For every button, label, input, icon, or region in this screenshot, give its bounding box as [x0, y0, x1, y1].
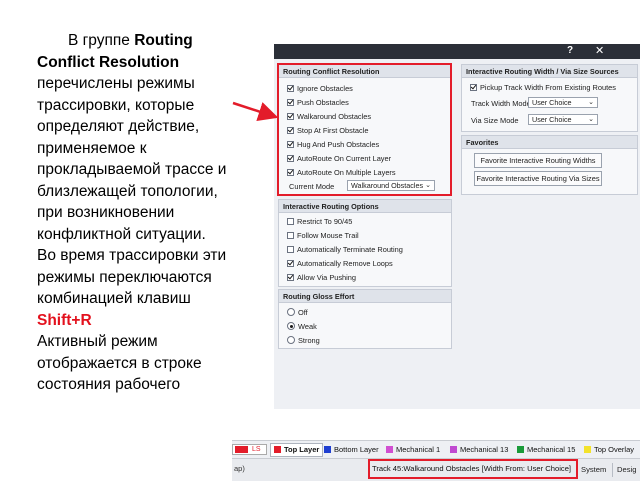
- layer-tab-bottom[interactable]: Bottom Layer: [324, 444, 379, 456]
- design-panel-tab[interactable]: Desig: [612, 463, 636, 477]
- current-layer-indicator[interactable]: LS: [232, 444, 267, 455]
- layer-label: Top Overlay: [594, 445, 635, 454]
- layer-label: Mechanical 15: [527, 445, 576, 454]
- layer-swatch: [324, 446, 331, 453]
- layer-tab-mechanical-1[interactable]: Mechanical 1: [386, 444, 440, 456]
- status-highlight: [368, 459, 578, 479]
- layer-label: Mechanical 1: [396, 445, 441, 454]
- layer-swatch: [274, 446, 281, 453]
- layer-swatch: [386, 446, 393, 453]
- layer-color-swatch: [235, 446, 248, 453]
- status-fragment: ap): [234, 464, 245, 473]
- layer-label: Mechanical 13: [460, 445, 509, 454]
- ls-label: LS: [252, 446, 261, 453]
- layer-label: Top Layer: [284, 445, 320, 454]
- layer-tabs-bar: LS Top Layer Bottom Layer Mechanical 1 M…: [232, 440, 640, 458]
- pointer-arrows: [232, 101, 369, 475]
- layer-swatch: [517, 446, 524, 453]
- arrow-to-conflict-group: [232, 101, 279, 122]
- layer-tab-top-overlay[interactable]: Top Overlay: [584, 444, 634, 456]
- layer-swatch: [450, 446, 457, 453]
- system-panel-tab[interactable]: System: [576, 463, 606, 477]
- layer-label: Bottom Layer: [334, 445, 379, 454]
- layer-tab-top[interactable]: Top Layer: [270, 443, 324, 457]
- layer-tab-mechanical-13[interactable]: Mechanical 13: [450, 444, 508, 456]
- layer-swatch: [584, 446, 591, 453]
- layer-tab-mechanical-15[interactable]: Mechanical 15: [517, 444, 575, 456]
